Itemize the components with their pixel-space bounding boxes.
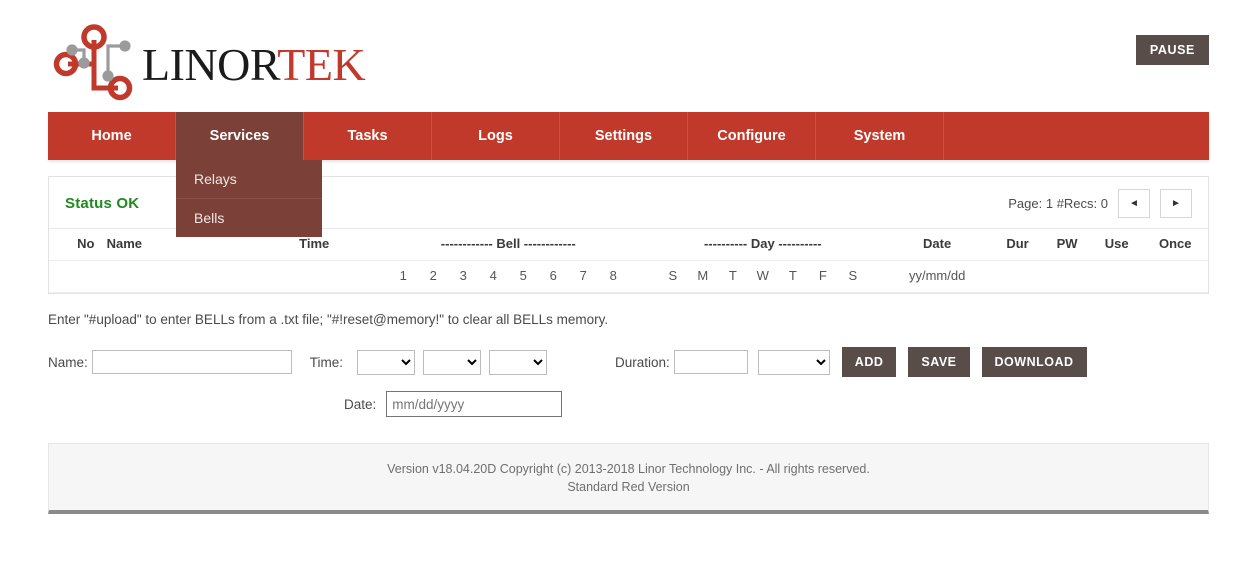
bells-table: No Name Time ------------ Bell ---------… [49, 229, 1208, 293]
time-hour-select[interactable] [357, 349, 416, 375]
subheader-time [254, 260, 374, 293]
bell-entry-form-row: Name: Time: Duration: ADD SAVE DOWNLOAD [48, 347, 1209, 377]
nav-filler [944, 112, 1209, 160]
day-letter: F [818, 268, 827, 283]
pagination-text: Page: 1 #Recs: 0 [1008, 196, 1108, 211]
prev-page-button[interactable]: ◄ [1118, 189, 1150, 218]
subheader-name [106, 260, 255, 293]
brand-name-accent: TEK [277, 39, 366, 90]
nav-item-settings[interactable]: Settings [560, 112, 688, 160]
nav-item-services[interactable]: Services [176, 112, 304, 160]
name-label: Name: [48, 354, 88, 370]
subheader-day-letters: SMTWTFS [643, 260, 883, 293]
footer-version-line: Version v18.04.20D Copyright (c) 2013-20… [387, 462, 870, 476]
column-header-use: Use [1090, 229, 1143, 261]
duration-label: Duration: [615, 354, 670, 370]
bell-number: 2 [429, 268, 437, 283]
subheader-once [1142, 260, 1208, 293]
bell-number: 3 [459, 268, 467, 283]
column-header-once: Once [1142, 229, 1208, 261]
pause-button[interactable]: PAUSE [1135, 35, 1209, 65]
nav-item-home[interactable]: Home [48, 112, 176, 160]
subheader-no [49, 260, 107, 293]
main-navigation: Home Services Tasks Logs Settings Config… [48, 112, 1209, 237]
day-letter: S [848, 268, 858, 283]
nav-item-configure[interactable]: Configure [688, 112, 816, 160]
table-subheader-row: 1 2 3 4 5 6 7 8 S M T W T F S yy/mm/dd [49, 260, 1208, 293]
column-header-date: Date [882, 229, 992, 261]
bell-number: 6 [549, 268, 557, 283]
download-button[interactable]: DOWNLOAD [981, 347, 1087, 377]
status-badge: Status OK [65, 195, 140, 212]
page-header: LINORTEK PAUSE [0, 0, 1257, 112]
bell-number: 1 [399, 268, 407, 283]
subheader-date-format: yy/mm/dd [882, 260, 992, 293]
column-header-no: No [49, 229, 107, 261]
nav-bar: Home Services Tasks Logs Settings Config… [48, 112, 1209, 160]
date-label: Date: [344, 396, 377, 412]
page-root: LINORTEK PAUSE Home Services Tasks Logs … [0, 0, 1257, 580]
nav-item-tasks[interactable]: Tasks [304, 112, 432, 160]
services-dropdown-menu: Relays Bells [176, 160, 322, 237]
bell-number: 5 [519, 268, 527, 283]
day-letter: M [697, 268, 709, 283]
pagination-controls: Page: 1 #Recs: 0 ◄ ► [1008, 189, 1192, 218]
day-letter: W [756, 268, 769, 283]
subheader-use [1090, 260, 1143, 293]
time-label: Time: [309, 354, 344, 370]
circuit-node-logo-icon [53, 24, 133, 101]
add-button[interactable]: ADD [841, 347, 897, 377]
brand-wordmark: LINORTEK [142, 39, 366, 90]
date-input[interactable] [386, 391, 563, 417]
day-letter: T [788, 268, 797, 283]
bell-number: 7 [579, 268, 587, 283]
bell-number: 4 [489, 268, 497, 283]
time-ampm-select[interactable] [489, 349, 548, 375]
name-input[interactable] [91, 350, 292, 374]
nav-item-system[interactable]: System [816, 112, 944, 160]
duration-unit-select[interactable] [757, 349, 830, 375]
subheader-dur [991, 260, 1044, 293]
column-header-dur: Dur [991, 229, 1044, 261]
dropdown-item-bells[interactable]: Bells [176, 199, 322, 237]
column-header-bell: ------------ Bell ------------ [373, 229, 644, 261]
column-header-pw: PW [1043, 229, 1091, 261]
subheader-pw [1043, 260, 1091, 293]
footer-edition-line: Standard Red Version [567, 480, 690, 495]
page-footer: Version v18.04.20D Copyright (c) 2013-20… [48, 443, 1209, 515]
nav-item-logs[interactable]: Logs [432, 112, 560, 160]
save-button[interactable]: SAVE [908, 347, 970, 377]
dropdown-item-relays[interactable]: Relays [176, 160, 322, 199]
date-form-row: Date: [48, 391, 1209, 417]
time-minute-select[interactable] [423, 349, 482, 375]
subheader-bell-numbers: 1 2 3 4 5 6 7 8 [373, 260, 644, 293]
table-body: 1 2 3 4 5 6 7 8 S M T W T F S yy/mm/dd [49, 260, 1208, 293]
day-letter: S [668, 268, 678, 283]
column-header-day: ---------- Day ---------- [643, 229, 883, 261]
next-page-button[interactable]: ► [1160, 189, 1192, 218]
duration-input[interactable] [673, 350, 748, 374]
bell-number: 8 [609, 268, 617, 283]
day-letter: T [728, 268, 737, 283]
brand-name-primary: LINOR [142, 39, 278, 90]
brand-logo[interactable]: LINORTEK [48, 18, 366, 106]
upload-hint-text: Enter "#upload" to enter BELLs from a .t… [48, 312, 609, 327]
